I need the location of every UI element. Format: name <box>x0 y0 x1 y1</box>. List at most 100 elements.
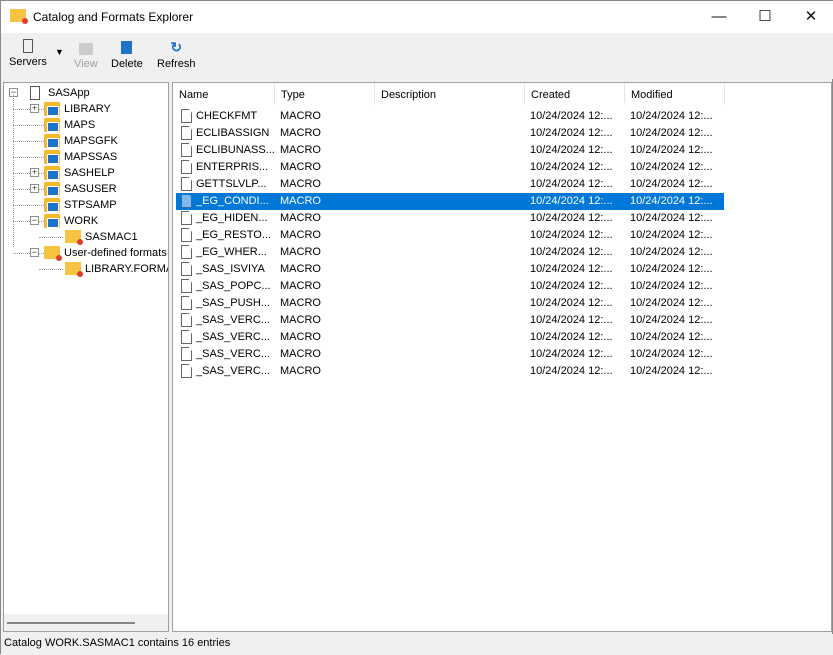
macro-entry-icon <box>181 228 192 242</box>
cell-name: ECLIBUNASS... <box>196 144 274 156</box>
tree-node[interactable]: STPSAMP <box>4 197 168 213</box>
tree-line <box>13 95 14 247</box>
list-row[interactable]: _EG_CONDI... MACRO 10/24/2024 12:... 10/24/… <box>175 192 725 211</box>
cell-type: MACRO <box>280 110 321 122</box>
macro-entry-icon <box>181 347 192 361</box>
tree-node[interactable]: − User-defined formats <box>4 245 168 261</box>
tree-node[interactable]: SASMAC1 <box>4 229 168 245</box>
library-icon <box>44 150 60 164</box>
servers-label: Servers <box>9 56 47 68</box>
collapse-icon[interactable]: − <box>30 248 39 257</box>
cell-created: 10/24/2024 12:... <box>530 246 613 258</box>
tree-node[interactable]: − WORK <box>4 213 168 229</box>
column-header-name[interactable]: Name <box>173 83 275 105</box>
cell-created: 10/24/2024 12:... <box>530 161 613 173</box>
list-row[interactable]: _EG_HIDEN... MACRO 10/24/2024 12:... 10/24/… <box>176 210 724 227</box>
close-button[interactable]: ✕ <box>788 1 833 33</box>
view-label: View <box>74 58 98 70</box>
list-row[interactable]: GETTSLVLP... MACRO 10/24/2024 12:... 10/24/… <box>176 176 724 193</box>
cell-modified: 10/24/2024 12:... <box>630 127 713 139</box>
tree-line <box>13 205 44 206</box>
cell-type: MACRO <box>280 229 321 241</box>
column-header-description[interactable]: Description <box>375 83 525 105</box>
cell-type: MACRO <box>280 263 321 275</box>
maximize-button[interactable]: ☐ <box>742 1 788 33</box>
formats-folder-icon <box>44 246 62 261</box>
tree-node[interactable]: − SASApp <box>4 85 168 101</box>
list-row[interactable]: ECLIBASSIGN MACRO 10/24/2024 12:... 10/24/2… <box>176 125 724 142</box>
entries-list[interactable]: Name Type Description Created Modified C… <box>172 82 832 632</box>
app-icon <box>10 9 28 24</box>
tree-node-label: MAPSGFK <box>64 135 118 147</box>
cell-modified: 10/24/2024 12:... <box>630 263 713 275</box>
tree-node[interactable]: MAPSSAS <box>4 149 168 165</box>
servers-button[interactable]: Servers <box>9 39 47 68</box>
status-bar: Catalog WORK.SASMAC1 contains 16 entries <box>1 634 833 655</box>
horizontal-scrollbar[interactable] <box>4 614 168 631</box>
tree-node[interactable]: MAPSGFK <box>4 133 168 149</box>
tree-node[interactable]: + LIBRARY <box>4 101 168 117</box>
list-row[interactable]: _SAS_VERC... MACRO 10/24/2024 12:... 10/24/… <box>176 363 724 380</box>
tree-node[interactable]: + SASUSER <box>4 181 168 197</box>
cell-created: 10/24/2024 12:... <box>530 195 613 207</box>
cell-created: 10/24/2024 12:... <box>530 212 613 224</box>
tree-node[interactable]: + SASHELP <box>4 165 168 181</box>
list-row[interactable]: _EG_WHER... MACRO 10/24/2024 12:... 10/24/2… <box>176 244 724 261</box>
cell-type: MACRO <box>280 178 321 190</box>
list-row[interactable]: _SAS_ISVIYA MACRO 10/24/2024 12:... 10/24/2… <box>176 261 724 278</box>
delete-button[interactable]: Delete <box>111 39 143 70</box>
cell-modified: 10/24/2024 12:... <box>630 331 713 343</box>
list-row[interactable]: _SAS_VERC... MACRO 10/24/2024 12:... 10/24/… <box>176 346 724 363</box>
cell-type: MACRO <box>280 297 321 309</box>
expand-icon[interactable]: + <box>30 104 39 113</box>
list-row[interactable]: _SAS_POPC... MACRO 10/24/2024 12:... 10/24/… <box>176 278 724 295</box>
cell-name: _EG_WHER... <box>196 246 267 258</box>
list-row[interactable]: _SAS_PUSH... MACRO 10/24/2024 12:... 10/24/… <box>176 295 724 312</box>
minimize-button[interactable]: — <box>696 1 742 33</box>
macro-entry-icon <box>181 245 192 259</box>
macro-entry-icon <box>181 211 192 225</box>
folder-icon <box>78 43 93 55</box>
column-header-created[interactable]: Created <box>525 83 625 105</box>
refresh-button[interactable]: ↻ Refresh <box>157 39 196 70</box>
list-row[interactable]: ENTERPRIS... MACRO 10/24/2024 12:... 10/24/… <box>176 159 724 176</box>
cell-modified: 10/24/2024 12:... <box>630 348 713 360</box>
list-row[interactable]: _EG_RESTO... MACRO 10/24/2024 12:... 10/24/… <box>176 227 724 244</box>
catalog-tree[interactable]: − SASApp + LIBRARY MAPS MAPSGFK MAPSSAS + SASHEL… <box>3 82 169 632</box>
macro-entry-icon <box>181 313 192 327</box>
tree-line <box>13 109 44 110</box>
cell-created: 10/24/2024 12:... <box>530 280 613 292</box>
list-row[interactable]: CHECKFMT MACRO 10/24/2024 12:... 10/24/2024… <box>176 108 724 125</box>
catalog-icon <box>65 230 83 245</box>
tree-node-label: SASApp <box>48 87 90 99</box>
list-row[interactable]: _SAS_VERC... MACRO 10/24/2024 12:... 10/24/… <box>176 312 724 329</box>
tree-node[interactable]: LIBRARY.FORMATS <box>4 261 168 277</box>
cell-created: 10/24/2024 12:... <box>530 229 613 241</box>
library-icon <box>44 198 60 212</box>
cell-name: _EG_HIDEN... <box>196 212 268 224</box>
expand-icon[interactable]: + <box>30 184 39 193</box>
tree-line <box>13 189 44 190</box>
list-row[interactable]: ECLIBUNASS... MACRO 10/24/2024 12:... 10/24… <box>176 142 724 159</box>
cell-name: _EG_RESTO... <box>196 229 271 241</box>
cell-name: GETTSLVLP... <box>196 178 267 190</box>
scrollbar-thumb[interactable] <box>7 622 135 624</box>
column-header-type[interactable]: Type <box>275 83 375 105</box>
cell-created: 10/24/2024 12:... <box>530 348 613 360</box>
server-icon <box>22 39 33 53</box>
cell-name: ENTERPRIS... <box>196 161 269 173</box>
collapse-icon[interactable]: − <box>30 216 39 225</box>
column-header-modified[interactable]: Modified <box>625 83 725 105</box>
cell-created: 10/24/2024 12:... <box>530 263 613 275</box>
cell-modified: 10/24/2024 12:... <box>630 144 713 156</box>
list-row[interactable]: _SAS_VERC... MACRO 10/24/2024 12:... 10/24/… <box>176 329 724 346</box>
tree-node-label: SASHELP <box>64 167 115 179</box>
tree-node-label: MAPS <box>64 119 96 131</box>
cell-name: ECLIBASSIGN <box>196 127 270 139</box>
view-button[interactable]: View <box>74 39 98 70</box>
refresh-label: Refresh <box>157 58 196 70</box>
expand-icon[interactable]: + <box>30 168 39 177</box>
tree-node[interactable]: MAPS <box>4 117 168 133</box>
servers-dropdown-icon[interactable]: ▼ <box>55 47 64 57</box>
toolbar: Servers ▼ View Delete ↻ Refresh <box>1 33 833 79</box>
